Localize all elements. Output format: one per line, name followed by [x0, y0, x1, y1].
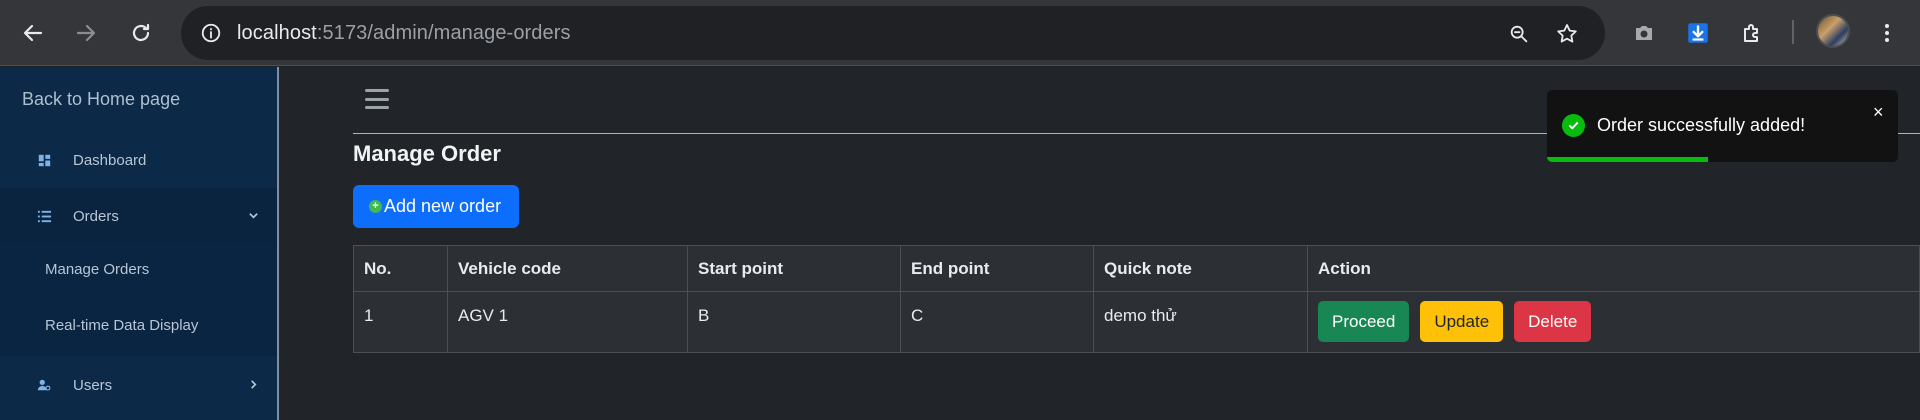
- back-to-home-link[interactable]: Back to Home page: [22, 89, 180, 110]
- sidebar-item-orders[interactable]: Orders: [0, 188, 277, 244]
- orders-submenu: Manage Orders Real-time Data Display: [0, 244, 277, 356]
- delete-button[interactable]: Delete: [1514, 301, 1592, 342]
- orders-table: No. Vehicle code Start point End point Q…: [353, 245, 1920, 353]
- toolbar-separator: [1792, 20, 1794, 44]
- zoom-icon[interactable]: [1503, 18, 1535, 50]
- address-bar[interactable]: localhost:5173/admin/manage-orders: [181, 6, 1605, 60]
- kebab-menu-icon[interactable]: [1868, 14, 1906, 52]
- column-header-end-point: End point: [900, 245, 1094, 292]
- sidebar-subitem-realtime-data[interactable]: Real-time Data Display: [45, 317, 198, 334]
- toast-message: Order successfully added!: [1597, 115, 1806, 135]
- table-header-row: No. Vehicle code Start point End point Q…: [353, 245, 1920, 292]
- page-title: Manage Order: [353, 141, 501, 166]
- url-text[interactable]: localhost:5173/admin/manage-orders: [237, 22, 571, 45]
- site-info-icon[interactable]: [195, 17, 227, 49]
- chevron-down-icon: [248, 208, 259, 224]
- cell-end-point: C: [900, 291, 1094, 353]
- close-icon[interactable]: ×: [1873, 102, 1884, 123]
- bookmark-star-icon[interactable]: [1551, 18, 1583, 50]
- add-button-label: Add new order: [384, 196, 502, 216]
- column-header-start-point: Start point: [687, 245, 901, 292]
- column-header-vehicle-code: Vehicle code: [447, 245, 688, 292]
- cell-actions: Proceed Update Delete: [1307, 291, 1920, 353]
- proceed-button[interactable]: Proceed: [1318, 301, 1410, 342]
- success-toast[interactable]: Order successfully added! ×: [1547, 90, 1898, 162]
- reload-icon[interactable]: [122, 14, 160, 52]
- sidebar-item-dashboard[interactable]: Dashboard: [0, 132, 277, 188]
- plus-circle-icon: +: [369, 200, 382, 213]
- toast-progress-bar: [1547, 157, 1709, 162]
- sidebar-item-label: Users: [73, 376, 113, 394]
- url-path: :5173/admin/manage-orders: [316, 21, 571, 44]
- camera-icon[interactable]: [1625, 14, 1663, 52]
- profile-avatar[interactable]: [1816, 14, 1850, 48]
- cell-no: 1: [353, 291, 448, 353]
- cell-vehicle-code: AGV 1: [447, 291, 688, 353]
- extensions-puzzle-icon[interactable]: [1733, 14, 1771, 52]
- chevron-right-icon: [248, 377, 259, 393]
- column-header-no: No.: [353, 245, 448, 292]
- forward-arrow-icon[interactable]: [67, 14, 105, 52]
- column-header-quick-note: Quick note: [1093, 245, 1308, 292]
- cell-start-point: B: [687, 291, 901, 353]
- list-icon: [36, 208, 52, 224]
- cell-quick-note: demo thử: [1093, 291, 1308, 353]
- back-arrow-icon[interactable]: [14, 14, 52, 52]
- users-icon: [36, 377, 52, 393]
- sidebar-item-label: Orders: [73, 207, 119, 225]
- hamburger-menu-icon[interactable]: [365, 89, 389, 109]
- dashboard-icon: [36, 152, 52, 168]
- column-header-action: Action: [1307, 245, 1920, 292]
- update-button[interactable]: Update: [1420, 301, 1504, 342]
- browser-toolbar: localhost:5173/admin/manage-orders: [0, 0, 1920, 66]
- sidebar-item-users[interactable]: Users: [0, 357, 277, 413]
- download-icon[interactable]: [1679, 14, 1717, 52]
- check-circle-icon: [1562, 114, 1585, 137]
- add-new-order-button[interactable]: + Add new order: [353, 185, 519, 228]
- sidebar: Back to Home page Dashboard Orders Manag…: [0, 67, 279, 420]
- sidebar-subitem-manage-orders[interactable]: Manage Orders: [45, 261, 149, 278]
- url-host: localhost: [237, 21, 317, 44]
- sidebar-item-label: Dashboard: [73, 151, 147, 169]
- table-row: 1 AGV 1 B C demo thử Proceed Update Delete: [353, 291, 1920, 353]
